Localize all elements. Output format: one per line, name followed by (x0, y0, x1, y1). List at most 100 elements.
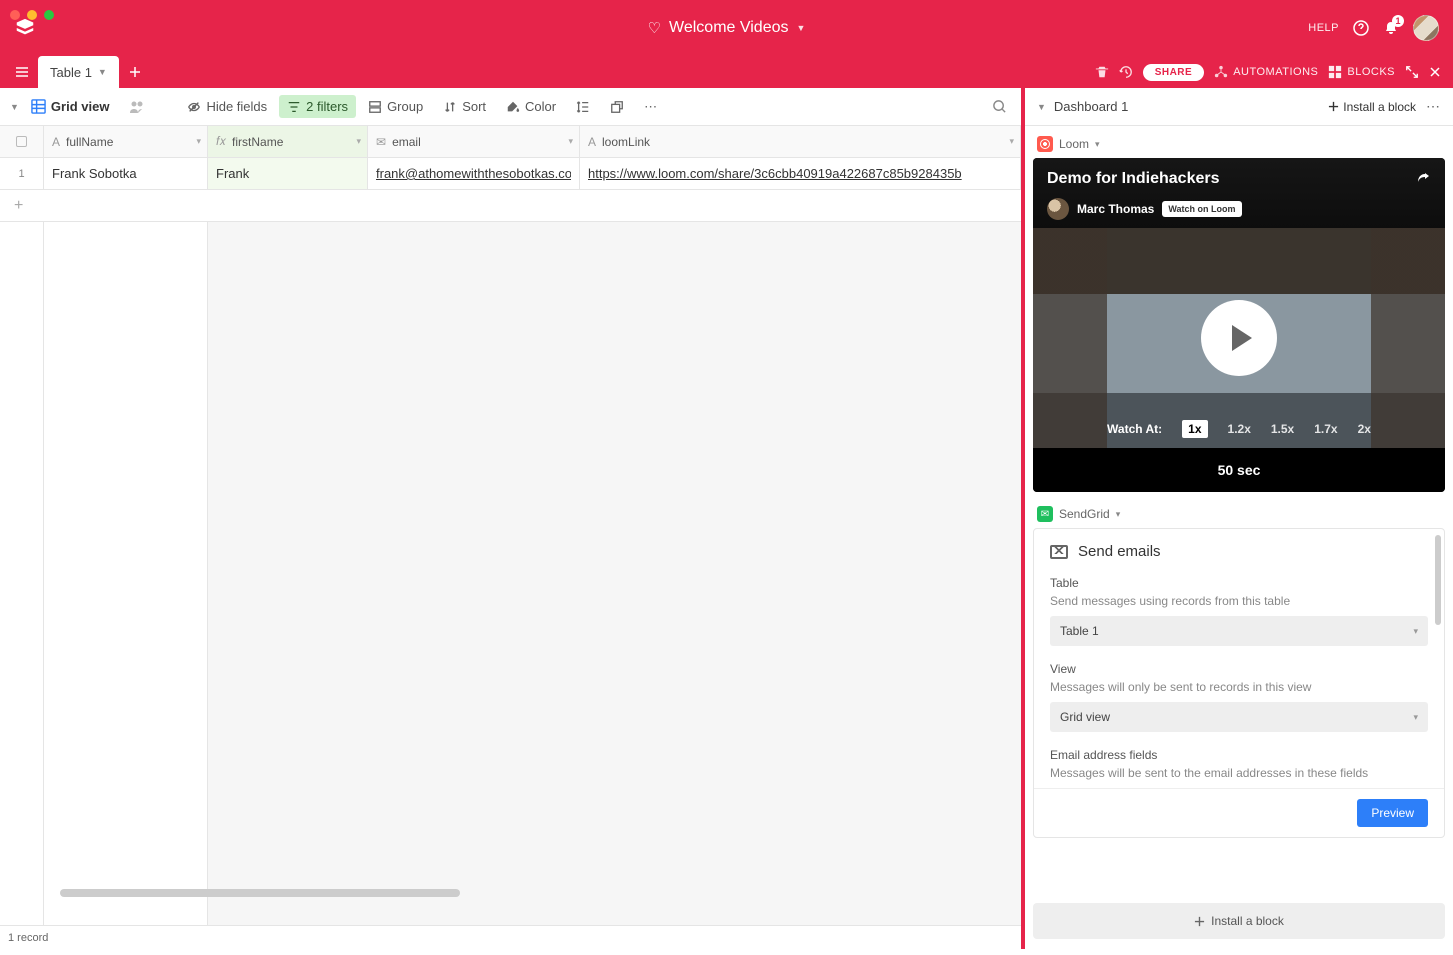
cell-email[interactable]: frank@athomewiththesobotkas.co (368, 158, 580, 189)
hide-fields-button[interactable]: Hide fields (179, 95, 275, 118)
user-avatar[interactable] (1413, 15, 1439, 41)
share-button[interactable]: SHARE (1143, 64, 1205, 81)
vertical-scrollbar[interactable] (1435, 535, 1441, 625)
chevron-down-icon[interactable]: ▼ (1037, 102, 1046, 112)
table-tab-label: Table 1 (50, 65, 92, 80)
maximize-window-icon[interactable] (44, 10, 54, 20)
app-header: ♡ Welcome Videos ▼ HELP 1 (0, 0, 1453, 56)
playback-speed-row: Watch At: 1x 1.2x 1.5x 1.7x 2x (1033, 420, 1445, 438)
view-toolbar: ▼ Grid view Hide fields 2 filters Group (0, 88, 1021, 126)
email-field-icon: ✉ (376, 135, 386, 149)
view-select[interactable]: Grid view ▾ (1050, 702, 1428, 732)
close-panel-icon[interactable] (1429, 66, 1441, 78)
loom-video-title: Demo for Indiehackers (1047, 170, 1431, 188)
expand-icon[interactable] (1405, 65, 1419, 79)
email-fields-desc: Messages will be sent to the email addre… (1050, 766, 1428, 780)
text-field-icon: A (52, 135, 60, 149)
share-view-icon[interactable] (602, 96, 632, 118)
record-count: 1 record (8, 932, 48, 944)
column-header-loomlink[interactable]: A loomLink ▾ (580, 126, 1021, 157)
view-menu-caret-icon[interactable]: ▼ (10, 102, 19, 112)
author-avatar (1047, 198, 1069, 220)
help-icon[interactable] (1353, 20, 1369, 36)
loom-video-player[interactable]: Watch At: 1x 1.2x 1.5x 1.7x 2x (1033, 228, 1445, 448)
base-name: Welcome Videos (669, 19, 788, 37)
table-select[interactable]: Table 1 ▾ (1050, 616, 1428, 646)
notifications-button[interactable]: 1 (1383, 20, 1399, 36)
install-block-footer-button[interactable]: Install a block (1033, 903, 1445, 939)
view-switcher[interactable]: Grid view (23, 95, 118, 118)
speed-1-5x[interactable]: 1.5x (1271, 422, 1294, 436)
chevron-down-icon: ▼ (797, 23, 806, 33)
email-fields-label: Email address fields (1050, 748, 1428, 762)
column-header-fullname[interactable]: A fullName ▾ (44, 126, 208, 157)
sort-button[interactable]: Sort (435, 95, 494, 118)
horizontal-scrollbar[interactable] (60, 889, 460, 897)
chevron-down-icon: ▾ (1413, 626, 1418, 637)
chevron-down-icon: ▾ (568, 136, 573, 147)
cell-firstname[interactable]: Frank (208, 158, 368, 189)
column-header-email[interactable]: ✉ email ▾ (368, 126, 580, 157)
sendgrid-config-card: Send emails Table Send messages using re… (1033, 528, 1445, 838)
speed-1-2x[interactable]: 1.2x (1228, 422, 1251, 436)
row-height-icon[interactable] (568, 96, 598, 118)
loom-duration: 50 sec (1033, 448, 1445, 492)
add-table-button[interactable] (121, 56, 149, 88)
app-logo-icon[interactable] (14, 17, 36, 39)
filters-button[interactable]: 2 filters (279, 95, 356, 118)
hamburger-menu-icon[interactable] (8, 56, 36, 88)
chevron-down-icon: ▼ (98, 67, 107, 77)
more-options-icon[interactable]: ⋯ (636, 95, 665, 119)
blocks-button[interactable]: BLOCKS (1328, 65, 1395, 79)
table-field-label: Table (1050, 576, 1428, 590)
table-tab[interactable]: Table 1 ▼ (38, 56, 119, 88)
row-number[interactable]: 1 (0, 158, 44, 189)
select-all-checkbox[interactable] (0, 126, 44, 157)
chevron-down-icon: ▾ (1413, 712, 1418, 723)
history-icon[interactable] (1119, 65, 1133, 79)
loom-author: Marc Thomas Watch on Loom (1047, 198, 1431, 220)
formula-field-icon: f𝑥 (216, 134, 226, 149)
chevron-down-icon: ▾ (1095, 139, 1100, 150)
search-icon[interactable] (988, 95, 1011, 118)
grid-area: ▼ Grid view Hide fields 2 filters Group (0, 88, 1025, 949)
watch-on-loom-badge[interactable]: Watch on Loom (1162, 201, 1241, 217)
window-traffic-lights (10, 10, 54, 20)
text-field-icon: A (588, 135, 596, 149)
loom-block-header[interactable]: Loom ▾ (1033, 134, 1445, 158)
heart-icon: ♡ (648, 19, 661, 37)
share-icon[interactable] (1415, 170, 1431, 186)
chevron-down-icon: ▾ (1009, 136, 1014, 147)
view-field-label: View (1050, 662, 1428, 676)
color-button[interactable]: Color (498, 95, 564, 118)
table-tab-bar: Table 1 ▼ SHARE AUTOMATIONS BLOCKS (0, 56, 1453, 88)
loom-video-card: Demo for Indiehackers Marc Thomas Watch … (1033, 158, 1445, 492)
play-button-icon[interactable] (1201, 300, 1277, 376)
collaborators-icon[interactable] (121, 96, 153, 118)
trash-icon[interactable] (1095, 65, 1109, 79)
close-window-icon[interactable] (10, 10, 20, 20)
notification-badge: 1 (1392, 15, 1404, 27)
speed-1-7x[interactable]: 1.7x (1314, 422, 1337, 436)
base-title[interactable]: ♡ Welcome Videos ▼ (648, 19, 806, 37)
add-row-button[interactable]: + (0, 190, 1021, 222)
cell-fullname[interactable]: Frank Sobotka (44, 158, 208, 189)
install-block-button[interactable]: Install a block (1328, 100, 1416, 114)
preview-button[interactable]: Preview (1357, 799, 1428, 827)
loom-icon (1037, 136, 1053, 152)
grid-empty-area (0, 222, 1021, 925)
column-header-firstname[interactable]: f𝑥 firstName ▾ (208, 126, 368, 157)
automations-button[interactable]: AUTOMATIONS (1214, 65, 1318, 79)
cell-loomlink[interactable]: https://www.loom.com/share/3c6cbb40919a4… (580, 158, 1021, 189)
help-link[interactable]: HELP (1308, 22, 1339, 34)
speed-2x[interactable]: 2x (1358, 422, 1371, 436)
speed-1x[interactable]: 1x (1182, 420, 1207, 438)
minimize-window-icon[interactable] (27, 10, 37, 20)
blocks-panel: ▼ Dashboard 1 Install a block ⋯ Loom ▾ D… (1025, 88, 1453, 949)
group-button[interactable]: Group (360, 95, 431, 118)
dashboard-header: ▼ Dashboard 1 Install a block ⋯ (1025, 88, 1453, 126)
sendgrid-block-header[interactable]: ✉ SendGrid ▾ (1033, 504, 1445, 528)
more-options-icon[interactable]: ⋯ (1426, 98, 1441, 115)
table-row[interactable]: 1 Frank Sobotka Frank frank@athomewithth… (0, 158, 1021, 190)
dashboard-title[interactable]: Dashboard 1 (1054, 99, 1128, 114)
